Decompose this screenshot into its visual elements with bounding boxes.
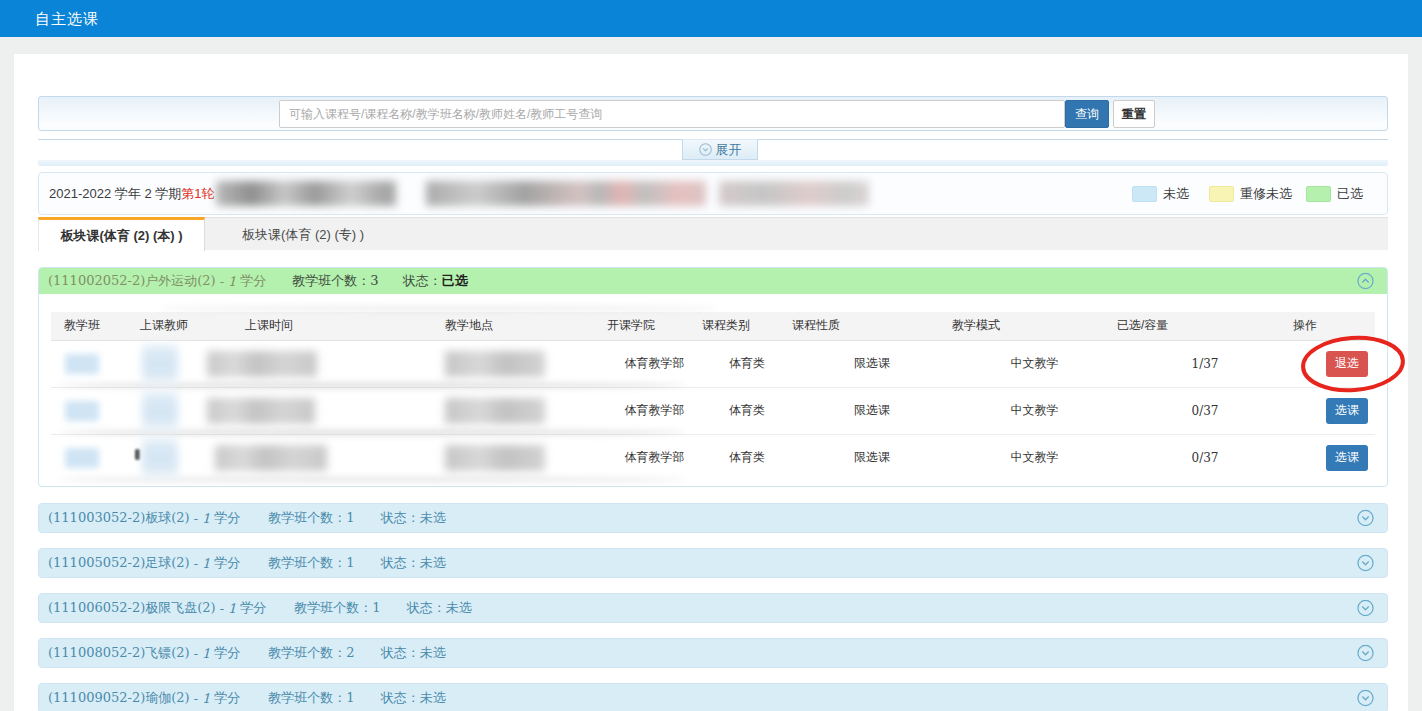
semester-text: 2021-2022 学年 2 学期第1轮 — [49, 173, 214, 214]
select-button[interactable]: 选课 — [1326, 445, 1368, 471]
class-row: 体育教学部 体育类 限选课 中文教学 1/37 退选 — [51, 340, 1375, 387]
redacted-mark — [135, 449, 140, 460]
course-panel-collapsed[interactable]: (111008052-2)飞镖(2) - 1 学分 教学班个数：2 状态：未选 — [38, 638, 1388, 668]
expand-chevron-down-icon[interactable] — [1357, 600, 1374, 617]
collapse-chevron-up-icon[interactable] — [1357, 273, 1374, 290]
course-credit: 1 — [228, 274, 236, 289]
course-panel-collapsed[interactable]: (111005052-2)足球(2) - 1 学分 教学班个数：1 状态：未选 — [38, 548, 1388, 578]
expand-filters-tab[interactable]: 展开 — [682, 139, 758, 160]
collapsed-filter-bar — [38, 160, 1388, 166]
query-button[interactable]: 查询 — [1065, 100, 1109, 128]
redacted-text-block — [719, 181, 869, 206]
redacted-class-name — [65, 354, 99, 374]
redacted-location — [445, 445, 545, 471]
status-legend: 未选 重修未选 已选 — [1132, 173, 1363, 214]
chevron-down-circle-icon — [699, 143, 712, 156]
app-header: 自主选课 — [0, 0, 1422, 37]
course-code: (111002052-2)户外运动(2) — [48, 272, 216, 290]
expand-chevron-down-icon[interactable] — [1357, 510, 1374, 527]
page-title: 自主选课 — [35, 0, 99, 37]
course-header-selected[interactable]: (111002052-2)户外运动(2) - 1 学分 教学班个数：3 状态：已… — [39, 268, 1387, 294]
redacted-teacher — [142, 345, 178, 383]
search-input[interactable] — [279, 100, 1065, 128]
redacted-class-name — [65, 401, 99, 421]
search-panel: 查询 重置 — [38, 96, 1388, 131]
expand-chevron-down-icon[interactable] — [1357, 690, 1374, 707]
redacted-location — [445, 351, 545, 377]
blur-smudge — [159, 306, 719, 311]
course-panel-collapsed[interactable]: (111003052-2)板球(2) - 1 学分 教学班个数：1 状态：未选 — [38, 503, 1388, 533]
course-panel-collapsed[interactable]: (111009052-2)瑜伽(2) - 1 学分 教学班个数：1 状态：未选 — [38, 683, 1388, 711]
legend-item-unselected: 未选 — [1132, 185, 1189, 203]
legend-swatch-unselected — [1132, 186, 1157, 202]
redacted-teacher — [142, 439, 178, 477]
reset-button[interactable]: 重置 — [1113, 100, 1155, 128]
content-card: 查询 重置 展开 2021-2022 学年 2 学期第1轮 未选 重修未选 已选… — [14, 54, 1408, 711]
class-count: 教学班个数：3 — [292, 272, 378, 290]
withdraw-button[interactable]: 退选 — [1326, 351, 1368, 377]
redacted-class-name — [65, 448, 99, 468]
redacted-time — [207, 351, 317, 377]
redacted-time — [207, 398, 315, 424]
redacted-time — [215, 445, 327, 471]
tab-sports-zhuan[interactable]: 板块课(体育 (2) (专) ) — [205, 217, 401, 251]
expand-tab-label: 展开 — [716, 141, 742, 159]
tab-sports-ben[interactable]: 板块课(体育 (2) (本) ) — [38, 217, 205, 251]
class-table: 教学班 上课教师 上课时间 教学地点 开课学院 课程类别 课程性质 教学模式 已… — [51, 312, 1375, 481]
redacted-teacher — [142, 392, 178, 430]
legend-swatch-retake — [1209, 186, 1234, 202]
table-header-row: 教学班 上课教师 上课时间 教学地点 开课学院 课程类别 课程性质 教学模式 已… — [51, 312, 1375, 340]
semester-panel: 2021-2022 学年 2 学期第1轮 未选 重修未选 已选 — [38, 172, 1388, 215]
expand-chevron-down-icon[interactable] — [1357, 555, 1374, 572]
class-table-wrap: 教学班 上课教师 上课时间 教学地点 开课学院 课程类别 课程性质 教学模式 已… — [39, 294, 1387, 486]
course-status: 状态：已选 — [403, 272, 468, 290]
redacted-text-block — [426, 181, 706, 206]
expand-chevron-down-icon[interactable] — [1357, 645, 1374, 662]
legend-swatch-selected — [1306, 186, 1331, 202]
course-panel-expanded: (111002052-2)户外运动(2) - 1 学分 教学班个数：3 状态：已… — [38, 267, 1388, 487]
legend-item-selected: 已选 — [1306, 185, 1363, 203]
class-row: 体育教学部 体育类 限选课 中文教学 0/37 选课 — [51, 387, 1375, 434]
redacted-location — [445, 398, 545, 424]
class-row: 体育教学部 体育类 限选课 中文教学 0/37 选课 — [51, 434, 1375, 481]
category-tabs: 板块课(体育 (2) (本) ) 板块课(体育 (2) (专) ) — [38, 217, 1388, 250]
course-panel-collapsed[interactable]: (111006052-2)极限飞盘(2) - 1 学分 教学班个数：1 状态：未… — [38, 593, 1388, 623]
legend-item-retake: 重修未选 — [1209, 185, 1292, 203]
redacted-text-block — [216, 181, 396, 206]
round-label: 第1轮 — [181, 186, 214, 201]
select-button[interactable]: 选课 — [1326, 398, 1368, 424]
